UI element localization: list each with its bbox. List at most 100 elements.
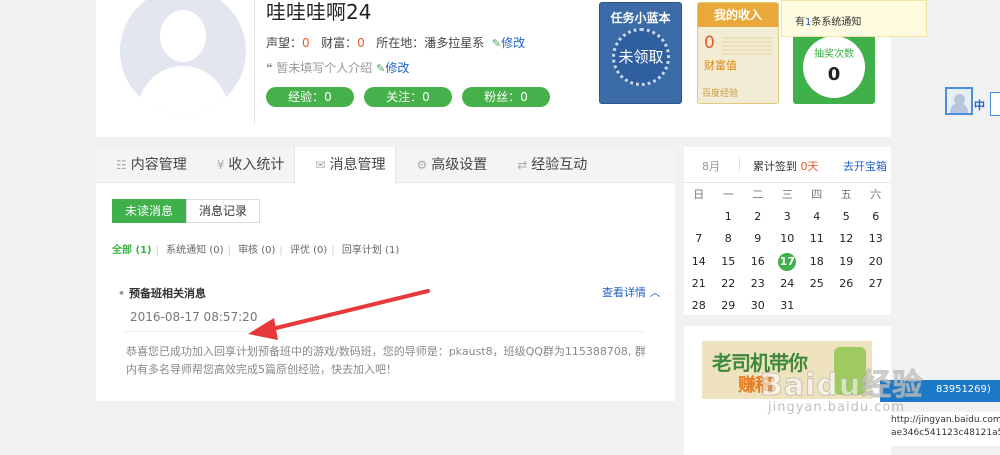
filter-separator: | (279, 245, 283, 256)
subtab-history[interactable]: 消息记录 (186, 199, 261, 223)
calendar-day[interactable]: 29 (714, 295, 744, 317)
calendar-day[interactable]: 4 (802, 206, 832, 228)
calendar-day[interactable]: 26 (832, 273, 862, 295)
filter-share-plan[interactable]: 回享计划 (1) (342, 245, 399, 256)
calendar-day[interactable]: 23 (743, 273, 773, 295)
mail-icon: ✉ (315, 158, 326, 172)
side-avatar-icon[interactable] (945, 87, 973, 115)
calendar-day[interactable]: 20 (861, 251, 891, 273)
wealth-label: 财富： (321, 36, 358, 50)
calendar-day[interactable]: 13 (861, 228, 891, 250)
tab-content-management[interactable]: ☷ 内容管理 (96, 147, 197, 183)
calendar-day[interactable]: 14 (684, 251, 714, 273)
view-detail-link[interactable]: 查看详情 ︿ (602, 284, 661, 300)
url-line-1: http://jingyan.baidu.com/arti (891, 415, 1000, 425)
calendar-day[interactable]: 2 (743, 206, 773, 228)
tab-advanced-settings[interactable]: ⚙ 高级设置 (396, 147, 497, 183)
calendar-blank (684, 206, 714, 228)
user-avatar[interactable] (120, 0, 246, 114)
calendar-day[interactable]: 31 (773, 295, 803, 317)
system-notice-popup[interactable]: 有1条系统通知 (781, 0, 927, 37)
weekday-label: 五 (840, 188, 852, 201)
calendar-day[interactable]: 30 (743, 295, 773, 317)
signin-calendar: 8月 累计签到 0天 去开宝箱 日一二三四五六 1 2 3 4 5 6 7 8 9 10 11 12 13… (684, 147, 891, 315)
yen-icon: ¥ (216, 158, 225, 172)
username: 哇哇哇啊24 (266, 0, 372, 24)
experience-pill[interactable]: 经验：0 (266, 87, 354, 107)
location-value: 潘多拉星系 (424, 36, 485, 50)
calendar-day[interactable]: 9 (743, 228, 773, 250)
calendar-day-today[interactable]: 17 (773, 251, 803, 273)
filter-separator: | (155, 245, 159, 256)
calendar-day[interactable]: 24 (773, 273, 803, 295)
calendar-day[interactable]: 18 (802, 251, 832, 273)
income-title: 我的收入 (698, 3, 778, 27)
profile-intro: ❝ 暂未填写个人介绍 ✎修改 (266, 59, 409, 76)
tab-label: 内容管理 (130, 157, 187, 173)
calendar-day[interactable]: 16 (743, 251, 773, 273)
chevron-up-icon: ︿ (649, 286, 661, 299)
subtab-group: 未读消息 消息记录 (112, 199, 261, 223)
tab-label: 高级设置 (431, 157, 488, 173)
reputation-label: 声望： (266, 36, 303, 50)
tab-message-management[interactable]: ✉ 消息管理 (294, 147, 397, 184)
followers-pill[interactable]: 粉丝：0 (462, 87, 550, 107)
wealth-value: 0 (357, 36, 365, 50)
message-divider (124, 331, 644, 332)
tab-experience-interaction[interactable]: ⇄ 经验互动 (497, 147, 597, 183)
calendar-day[interactable]: 8 (714, 228, 744, 250)
calendar-day[interactable]: 11 (802, 228, 832, 250)
calendar-day[interactable]: 3 (773, 206, 803, 228)
intro-text: 暂未填写个人介绍 (276, 61, 373, 75)
calendar-day[interactable]: 15 (714, 251, 744, 273)
calendar-day[interactable]: 27 (861, 273, 891, 295)
calendar-day[interactable]: 25 (802, 273, 832, 295)
calendar-day[interactable]: 10 (773, 228, 803, 250)
calendar-day[interactable]: 7 (684, 228, 714, 250)
calendar-day[interactable]: 12 (832, 228, 862, 250)
avatar-head-shape (160, 10, 206, 62)
tab-income-stats[interactable]: ¥ 收入统计 (197, 147, 295, 183)
reputation-value: 0 (302, 36, 310, 50)
weekday-label: 六 (870, 188, 882, 201)
filter-rating[interactable]: 评优 (0) (290, 245, 327, 256)
calendar-day[interactable]: 5 (832, 206, 862, 228)
following-pill[interactable]: 关注：0 (364, 87, 452, 107)
list-icon: ☷ (116, 158, 127, 172)
calendar-day[interactable]: 22 (714, 273, 744, 295)
today-marker: 17 (778, 252, 797, 271)
edit-location-link[interactable]: 修改 (501, 36, 525, 50)
subtab-unread[interactable]: 未读消息 (112, 199, 187, 223)
filter-all[interactable]: 全部 (1) (112, 245, 152, 256)
task-badge-title: 任务小蓝本 (610, 11, 671, 25)
side-panel-tab[interactable] (990, 92, 1000, 116)
tab-bar: ☷ 内容管理 ¥ 收入统计 ✉ 消息管理 ⚙ 高级设置 ⇄ 经验互动 (96, 147, 675, 184)
filter-system[interactable]: 系统通知 (0) (166, 245, 223, 256)
calendar-day[interactable]: 6 (861, 206, 891, 228)
tab-label: 收入统计 (228, 157, 285, 173)
calendar-day[interactable]: 1 (714, 206, 744, 228)
task-badge[interactable]: 任务小蓝本 未领取 (599, 2, 682, 104)
weekday-label: 二 (752, 188, 764, 201)
tab-label: 经验互动 (531, 157, 588, 173)
lottery-count: 0 (827, 64, 841, 85)
language-indicator[interactable]: 中 (974, 97, 985, 113)
message-filters: 全部 (1) | 系统通知 (0) | 审核 (0) | 评优 (0) | 回享计划 (… (112, 241, 399, 256)
open-treasure-link[interactable]: 去开宝箱 (843, 158, 887, 174)
weekday-label: 一 (722, 188, 734, 201)
weekday-label: 日 (693, 188, 705, 201)
calendar-day[interactable]: 21 (684, 273, 714, 295)
calendar-day[interactable]: 28 (684, 295, 714, 317)
edit-intro-link[interactable]: 修改 (385, 61, 409, 75)
view-detail-text: 查看详情 (602, 286, 646, 299)
income-stripe (722, 35, 772, 57)
task-seal[interactable]: 未领取 (612, 28, 670, 86)
message-body: 恭喜您已成功加入回享计划预备班中的游戏/数码班，您的导师是：pkaust8，班级… (126, 345, 646, 376)
profile-stats: 声望：0 财富：0 所在地：潘多拉星系 ✎修改 (266, 34, 525, 51)
calendar-day[interactable]: 19 (832, 251, 862, 273)
avatar-body-shape (138, 66, 228, 114)
filter-review[interactable]: 审核 (0) (238, 245, 275, 256)
income-badge[interactable]: 我的收入 0 财富值 百度经验 (697, 2, 779, 104)
url-tooltip: http://jingyan.baidu.com/arti ae346c5411… (885, 412, 1000, 446)
profile-divider (254, 0, 255, 125)
